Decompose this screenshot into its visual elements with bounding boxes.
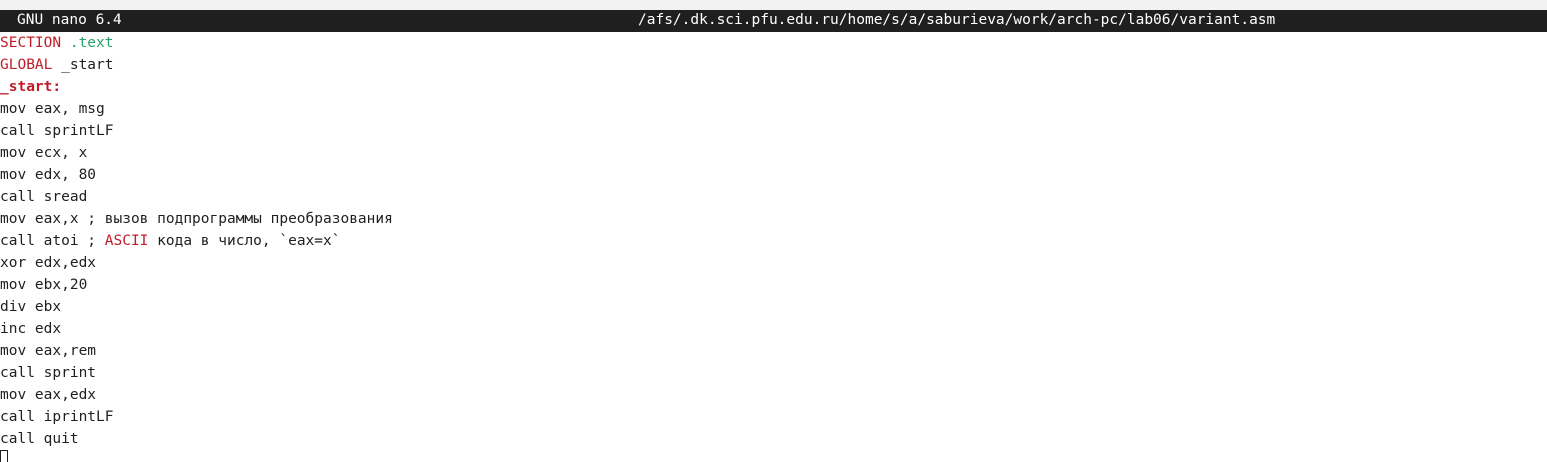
window-top-strip (0, 0, 1547, 10)
code-line[interactable]: mov ecx, x (0, 142, 1547, 164)
code-line[interactable]: GLOBAL _start (0, 54, 1547, 76)
label-keyword: _start: (0, 79, 62, 95)
text-cursor (0, 450, 8, 462)
code-line[interactable]: mov eax,rem (0, 340, 1547, 362)
code-line[interactable]: mov eax, msg (0, 98, 1547, 120)
directive-keyword: GLOBAL (0, 57, 53, 73)
code-line[interactable]: call sprintLF (0, 120, 1547, 142)
section-name: .text (61, 35, 114, 51)
directive-keyword: SECTION (0, 35, 62, 51)
code-line[interactable]: mov ebx,20 (0, 274, 1547, 296)
code-line[interactable]: div ebx (0, 296, 1547, 318)
code-line[interactable]: call atoi ; ASCII кода в число, `eax=x` (0, 230, 1547, 252)
editor-version-label: GNU nano 6.4 (17, 12, 122, 28)
code-line[interactable]: SECTION .text (0, 32, 1547, 54)
code-line[interactable]: xor edx,edx (0, 252, 1547, 274)
code-line[interactable]: call iprintLF (0, 406, 1547, 428)
nano-title-bar: GNU nano 6.4 /afs/.dk.sci.pfu.edu.ru/hom… (0, 10, 1547, 32)
code-text: _start (52, 57, 114, 73)
code-line[interactable]: call quit (0, 428, 1547, 450)
file-path-label: /afs/.dk.sci.pfu.edu.ru/home/s/a/saburie… (638, 12, 1276, 28)
code-line[interactable]: mov eax,x ; вызов подпрограммы преобразо… (0, 208, 1547, 230)
code-line[interactable]: call sread (0, 186, 1547, 208)
code-text: кода в число, `eax=x` (148, 233, 341, 249)
code-line[interactable]: mov edx, 80 (0, 164, 1547, 186)
code-text: call atoi ; (0, 233, 105, 249)
highlighted-word: ASCII (104, 233, 149, 249)
editor-text-area[interactable]: SECTION .text GLOBAL _start _start: mov … (0, 32, 1547, 450)
code-line[interactable]: call sprint (0, 362, 1547, 384)
code-line[interactable]: mov eax,edx (0, 384, 1547, 406)
code-line[interactable]: inc edx (0, 318, 1547, 340)
code-line[interactable]: _start: (0, 76, 1547, 98)
